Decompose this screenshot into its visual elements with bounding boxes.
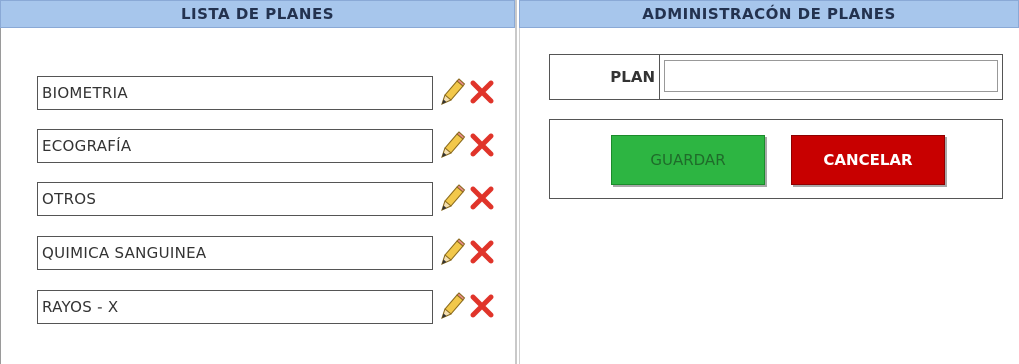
plans-list-body: BIOMETRIA ECOGRAFÍA OTROS QUIMICA SANGUI…: [0, 28, 515, 364]
plan-label: PLAN: [550, 55, 660, 99]
plan-name[interactable]: RAYOS - X: [37, 290, 433, 324]
pencil-icon[interactable]: [438, 291, 466, 321]
x-delete-icon[interactable]: [468, 77, 496, 107]
plan-admin-body: PLAN GUARDAR CANCELAR: [519, 28, 1019, 364]
plan-admin-header: ADMINISTRACÓN DE PLANES: [519, 0, 1019, 28]
plan-name[interactable]: ECOGRAFÍA: [37, 129, 433, 163]
list-item: OTROS: [37, 182, 497, 216]
pencil-icon[interactable]: [438, 77, 466, 107]
list-item: RAYOS - X: [37, 290, 497, 324]
cancel-button[interactable]: CANCELAR: [791, 135, 945, 185]
x-delete-icon[interactable]: [468, 291, 496, 321]
plan-admin-panel: ADMINISTRACÓN DE PLANES PLAN GUARDAR CAN…: [519, 0, 1019, 364]
plan-input[interactable]: [664, 60, 998, 92]
plan-name[interactable]: OTROS: [37, 182, 433, 216]
plan-name[interactable]: BIOMETRIA: [37, 76, 433, 110]
plan-name[interactable]: QUIMICA SANGUINEA: [37, 236, 433, 270]
x-delete-icon[interactable]: [468, 183, 496, 213]
plan-form: PLAN: [549, 54, 1003, 100]
form-actions: GUARDAR CANCELAR: [549, 119, 1003, 199]
pencil-icon[interactable]: [438, 130, 466, 160]
plans-list-panel: LISTA DE PLANES BIOMETRIA ECOGRAFÍA OTRO…: [0, 0, 517, 364]
pencil-icon[interactable]: [438, 237, 466, 267]
save-button[interactable]: GUARDAR: [611, 135, 765, 185]
plans-list-header: LISTA DE PLANES: [0, 0, 515, 28]
list-item: ECOGRAFÍA: [37, 129, 497, 163]
list-item: QUIMICA SANGUINEA: [37, 236, 497, 270]
list-item: BIOMETRIA: [37, 76, 497, 110]
x-delete-icon[interactable]: [468, 237, 496, 267]
x-delete-icon[interactable]: [468, 130, 496, 160]
pencil-icon[interactable]: [438, 183, 466, 213]
